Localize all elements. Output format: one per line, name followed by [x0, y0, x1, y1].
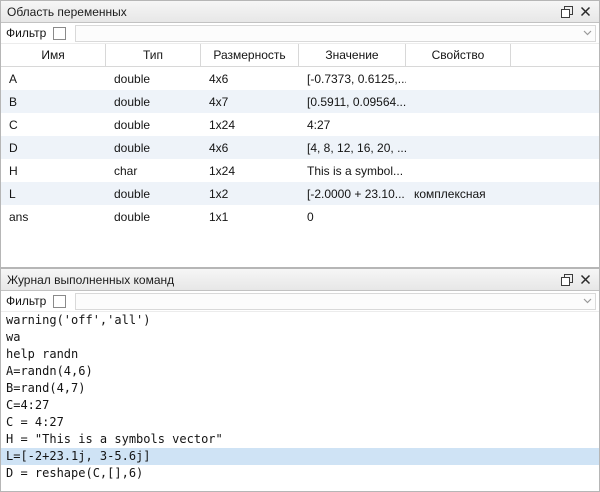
command-line[interactable]: C=4:27 — [1, 397, 599, 414]
variables-table-header: Имя Тип Размерность Значение Свойство — [1, 44, 599, 67]
cell-type: char — [106, 164, 201, 178]
cell-name: H — [1, 164, 106, 178]
chevron-down-icon — [583, 298, 592, 304]
variables-filter-combobox[interactable] — [75, 25, 596, 42]
variables-panel: Область переменных Фильтр Имя Тип Разме — [0, 0, 600, 268]
history-close-icon[interactable] — [576, 271, 595, 289]
history-filter-checkbox[interactable] — [53, 295, 66, 308]
variables-undock-icon[interactable] — [557, 3, 576, 21]
cell-name: A — [1, 72, 106, 86]
cell-size: 4x6 — [201, 141, 299, 155]
variables-titlebar[interactable]: Область переменных — [1, 1, 599, 23]
command-line[interactable]: help randn — [1, 346, 599, 363]
variables-close-icon[interactable] — [576, 3, 595, 21]
variables-table-body: Adouble4x6[-0.7373, 0.6125,...Bdouble4x7… — [1, 67, 599, 267]
cell-type: double — [106, 95, 201, 109]
cell-size: 1x24 — [201, 118, 299, 132]
history-panel: Журнал выполненных команд Фильтр warning… — [0, 268, 600, 492]
column-header-type[interactable]: Тип — [106, 44, 201, 66]
table-row[interactable]: Adouble4x6[-0.7373, 0.6125,... — [1, 67, 599, 90]
history-undock-icon[interactable] — [557, 271, 576, 289]
cell-value: [-2.0000 + 23.10... — [299, 187, 406, 201]
cell-type: double — [106, 72, 201, 86]
history-filter-label: Фильтр — [6, 294, 46, 308]
cell-name: C — [1, 118, 106, 132]
table-row[interactable]: Ddouble4x6[4, 8, 12, 16, 20, ... — [1, 136, 599, 159]
cell-size: 1x1 — [201, 210, 299, 224]
column-header-property[interactable]: Свойство — [406, 44, 511, 66]
command-line[interactable]: wa — [1, 329, 599, 346]
table-row[interactable]: Ldouble1x2[-2.0000 + 23.10...комплексная — [1, 182, 599, 205]
cell-size: 1x24 — [201, 164, 299, 178]
cell-value: 4:27 — [299, 118, 406, 132]
cell-type: double — [106, 118, 201, 132]
command-line[interactable]: A=randn(4,6) — [1, 363, 599, 380]
cell-type: double — [106, 187, 201, 201]
history-filter-combobox[interactable] — [75, 293, 596, 310]
command-line[interactable]: D = reshape(C,[],6) — [1, 465, 599, 482]
history-list: warning('off','all')wahelp randnA=randn(… — [1, 312, 599, 491]
column-header-size[interactable]: Размерность — [201, 44, 299, 66]
cell-size: 4x7 — [201, 95, 299, 109]
cell-type: double — [106, 141, 201, 155]
command-line[interactable]: L=[-2+23.1j, 3-5.6j] — [1, 448, 599, 465]
variables-panel-title: Область переменных — [7, 5, 557, 19]
column-header-name[interactable]: Имя — [1, 44, 106, 66]
history-panel-title: Журнал выполненных команд — [7, 273, 557, 287]
cell-type: double — [106, 210, 201, 224]
table-row[interactable]: Hchar1x24This is a symbol... — [1, 159, 599, 182]
cell-value: [-0.7373, 0.6125,... — [299, 72, 406, 86]
cell-value: 0 — [299, 210, 406, 224]
cell-value: This is a symbol... — [299, 164, 406, 178]
cell-size: 1x2 — [201, 187, 299, 201]
cell-name: B — [1, 95, 106, 109]
chevron-down-icon — [583, 30, 592, 36]
variables-filter-checkbox[interactable] — [53, 27, 66, 40]
history-filter-row: Фильтр — [1, 291, 599, 312]
command-line[interactable]: warning('off','all') — [1, 312, 599, 329]
history-titlebar[interactable]: Журнал выполненных команд — [1, 269, 599, 291]
command-line[interactable]: C = 4:27 — [1, 414, 599, 431]
cell-value: [0.5911, 0.09564... — [299, 95, 406, 109]
cell-name: ans — [1, 210, 106, 224]
table-row[interactable]: Bdouble4x7[0.5911, 0.09564... — [1, 90, 599, 113]
variables-filter-label: Фильтр — [6, 26, 46, 40]
cell-property: комплексная — [406, 187, 511, 201]
command-line[interactable]: B=rand(4,7) — [1, 380, 599, 397]
cell-value: [4, 8, 12, 16, 20, ... — [299, 141, 406, 155]
column-header-value[interactable]: Значение — [299, 44, 406, 66]
cell-size: 4x6 — [201, 72, 299, 86]
table-row[interactable]: Cdouble1x244:27 — [1, 113, 599, 136]
variables-filter-row: Фильтр — [1, 23, 599, 44]
command-line[interactable]: H = "This is a symbols vector" — [1, 431, 599, 448]
table-row[interactable]: ansdouble1x10 — [1, 205, 599, 228]
cell-name: L — [1, 187, 106, 201]
cell-name: D — [1, 141, 106, 155]
